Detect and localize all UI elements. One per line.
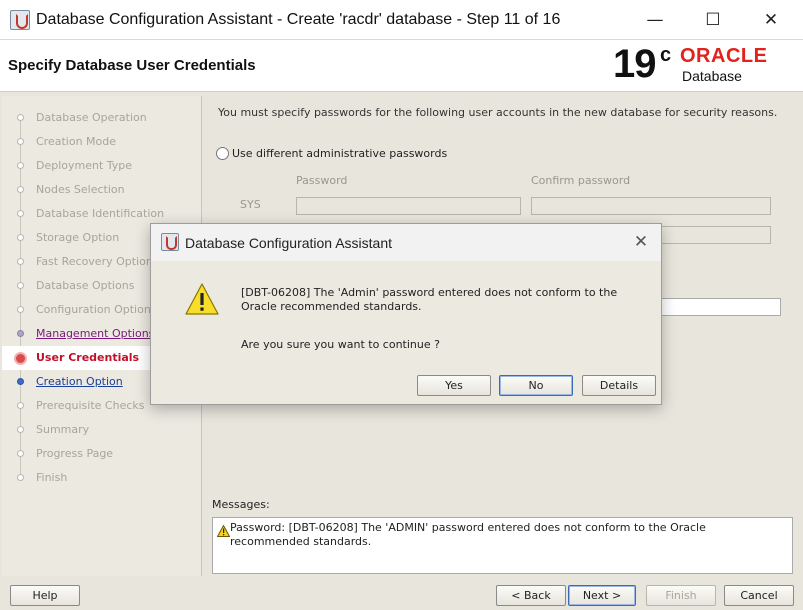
step-label: Progress Page [36,447,114,460]
finish-button[interactable]: Finish [646,585,716,606]
step-deployment-type: Deployment Type [2,154,202,178]
brand-product: Database [682,68,742,84]
cancel-button[interactable]: Cancel [724,585,794,606]
close-window-button[interactable]: ✕ [742,0,800,40]
step-marker-icon [17,450,24,457]
next-button[interactable]: Next > [568,585,636,606]
step-marker-icon [17,210,24,217]
step-marker-icon [17,162,24,169]
details-button[interactable]: Details [582,375,656,396]
messages-box: Password: [DBT-06208] The 'ADMIN' passwo… [212,517,793,574]
sys-row-label: SYS [240,198,261,211]
step-label: Fast Recovery Option [36,255,153,268]
window-title: Database Configuration Assistant - Creat… [36,11,561,28]
step-database-operation: Database Operation [2,106,202,130]
step-marker-icon [14,352,27,365]
step-label: Nodes Selection [36,183,125,196]
brand-version: 19 [613,42,656,86]
messages-label: Messages: [212,498,270,511]
dialog-titlebar: Database Configuration Assistant ✕ [151,224,661,261]
warning-icon [217,525,230,537]
step-marker-icon [17,258,24,265]
java-app-icon [161,233,179,251]
step-marker-icon [17,186,24,193]
step-label: Deployment Type [36,159,133,172]
different-passwords-option[interactable]: Use different administrative passwords [216,146,447,160]
step-marker-icon [17,402,24,409]
step-nodes-selection: Nodes Selection [2,178,202,202]
java-app-icon [10,10,30,30]
step-marker-icon [17,474,24,481]
minimize-button[interactable]: — [626,0,684,40]
step-label: Summary [36,423,90,436]
step-label: Creation Mode [36,135,117,148]
step-label: Storage Option [36,231,120,244]
step-label: Finish [36,471,68,484]
brand-version-suffix: c [660,44,672,66]
dialog-title: Database Configuration Assistant [185,235,393,251]
oracle-logo: ORACLE [680,45,768,67]
step-summary: Summary [2,418,202,442]
maximize-button[interactable]: ☐ [684,0,742,40]
admin-confirm-password-field[interactable] [661,298,781,316]
help-button[interactable]: Help [10,585,80,606]
dialog-message: [DBT-06208] The 'Admin' password entered… [241,286,618,313]
yes-button[interactable]: Yes [417,375,491,396]
step-marker-icon [17,306,24,313]
page-header: Specify Database User Credentials 19 c O… [0,40,803,92]
step-label: Configuration Options [36,303,157,316]
step-marker-icon [17,114,24,121]
step-label: Prerequisite Checks [36,399,145,412]
step-marker-icon [17,378,24,385]
page-title: Specify Database User Credentials [8,57,256,74]
different-passwords-radio[interactable] [216,146,229,160]
step-finish: Finish [2,466,202,490]
intro-text: You must specify passwords for the follo… [218,106,778,119]
step-marker-icon [17,330,24,337]
dialog-close-button[interactable]: ✕ [629,230,653,254]
step-creation-mode: Creation Mode [2,130,202,154]
step-marker-icon [17,426,24,433]
step-label: Database Operation [36,111,147,124]
different-passwords-label: Use different administrative passwords [232,146,448,160]
back-button[interactable]: < Back [496,585,566,606]
dialog-question: Are you sure you want to continue ? [241,338,440,351]
step-marker-icon [17,234,24,241]
no-button[interactable]: No [499,375,573,396]
step-label: Creation Option [36,375,123,388]
sys-password-field[interactable] [296,197,521,215]
step-progress-page: Progress Page [2,442,202,466]
step-label: Management Options [36,327,155,340]
password-column-header: Password [296,174,348,187]
message-text: Password: [DBT-06208] The 'ADMIN' passwo… [230,521,706,548]
step-label: User Credentials [36,351,140,364]
step-marker-icon [17,282,24,289]
confirmation-dialog: Database Configuration Assistant ✕ [DBT-… [150,223,662,405]
warning-icon [185,283,219,315]
sys-confirm-password-field[interactable] [531,197,771,215]
window-titlebar: Database Configuration Assistant - Creat… [0,0,803,40]
step-label: Database Identification [36,207,165,220]
confirm-password-column-header: Confirm password [531,174,631,187]
step-label: Database Options [36,279,135,292]
step-marker-icon [17,138,24,145]
